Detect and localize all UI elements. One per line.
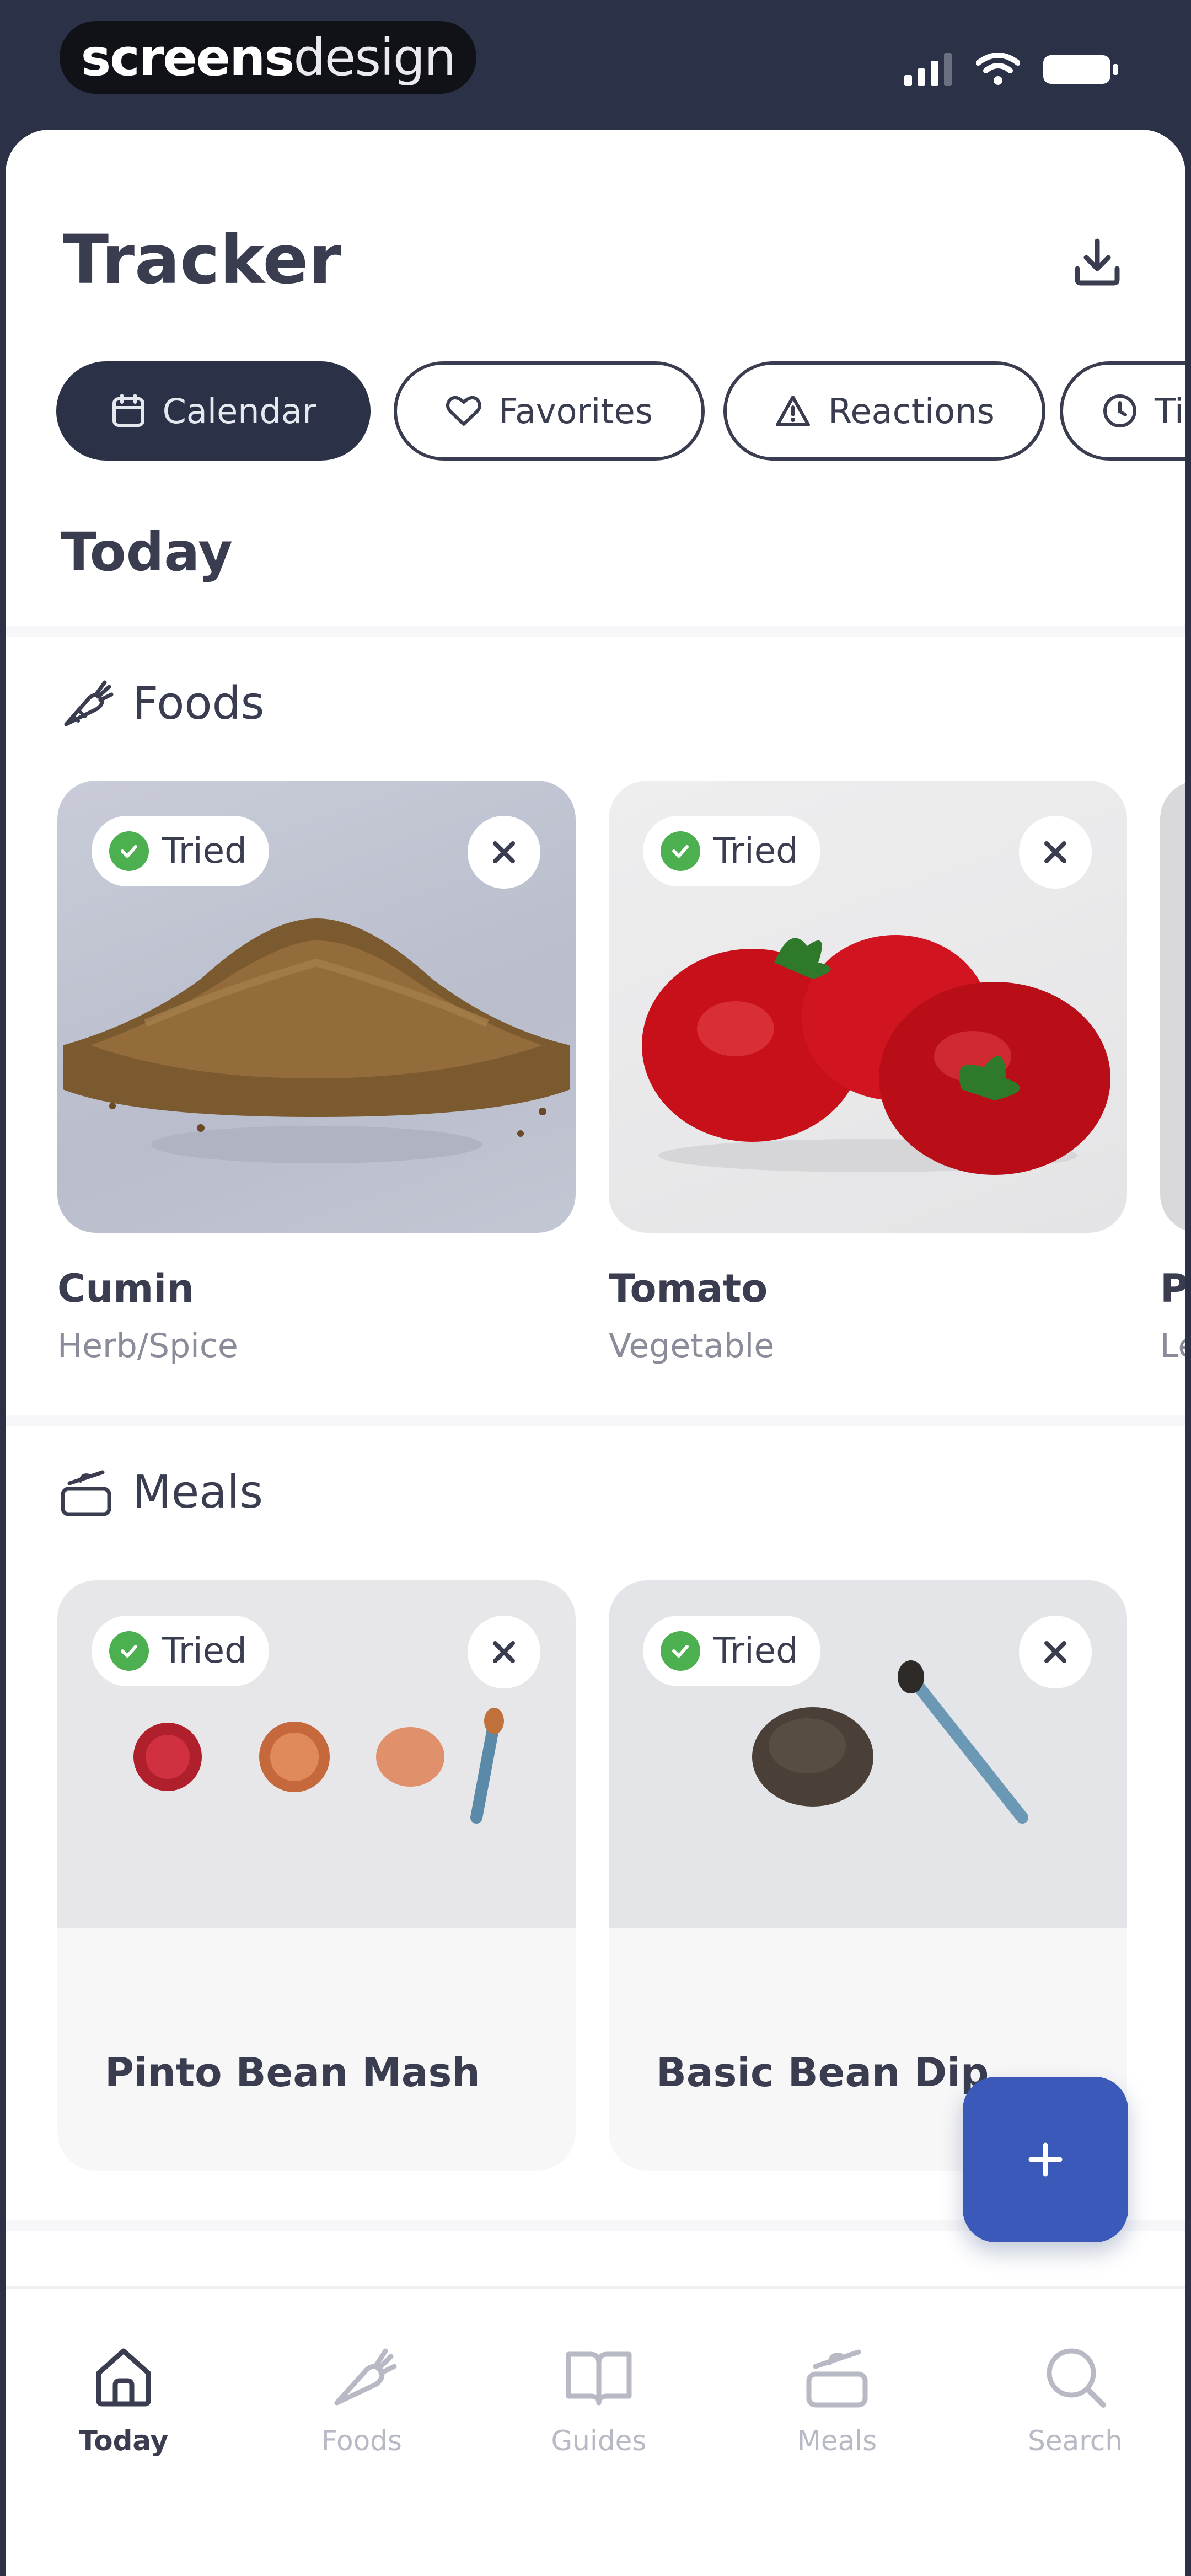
card-title: Tomato [609, 1266, 768, 1311]
section-heading: Foods [132, 677, 265, 730]
meal-title: Basic Bean Dip [656, 2049, 989, 2096]
download-button[interactable] [1064, 229, 1130, 295]
tab-reactions[interactable]: Reactions [723, 361, 1045, 461]
tab-time[interactable]: Ti [1060, 361, 1185, 461]
nav-label: Meals [797, 2425, 877, 2457]
badge-label: Tried [162, 831, 247, 872]
nav-item-meals[interactable]: Meals [754, 2341, 920, 2457]
meal-image: Tried [609, 1580, 1127, 1928]
nav-label: Search [1028, 2425, 1123, 2457]
heart-icon [446, 396, 481, 426]
close-icon [493, 1641, 515, 1663]
book-icon [566, 2351, 632, 2406]
tab-label: Reactions [828, 391, 995, 431]
status-icons [904, 53, 1119, 86]
badge-label: Tried [713, 831, 798, 872]
battery-icon [1043, 55, 1118, 84]
tried-badge: Tried [92, 816, 269, 886]
badge-label: Tried [162, 1631, 247, 1671]
plus-icon [1028, 2142, 1063, 2177]
tab-calendar[interactable]: Calendar [56, 361, 371, 461]
tab-label: Favorites [498, 391, 653, 431]
carrot-icon [334, 2348, 397, 2406]
remove-button[interactable] [1019, 816, 1092, 889]
calendar-icon [112, 394, 144, 427]
food-image: Tried [609, 781, 1127, 1233]
status-bar: screens design [0, 0, 1191, 130]
bottom-nav: Today Foods Guides Meals Search [6, 2286, 1185, 2576]
close-icon [1044, 841, 1066, 863]
card-subtitle: Herb/Spice [57, 1327, 238, 1365]
tried-badge: Tried [92, 1616, 269, 1686]
nav-item-foods[interactable]: Foods [279, 2341, 444, 2457]
remove-button[interactable] [468, 816, 540, 889]
wifi-icon [976, 53, 1020, 85]
section-date: Today [61, 521, 233, 583]
section-heading: Meals [132, 1466, 263, 1519]
tried-badge: Tried [643, 1616, 820, 1686]
card-subtitle: Vegetable [609, 1327, 775, 1365]
brand-watermark: screens design [60, 21, 476, 94]
warning-icon [776, 396, 811, 426]
food-image: Tried [57, 781, 576, 1233]
tried-badge: Tried [643, 816, 820, 886]
filter-tabs: Calendar Favorites Reactions Ti [56, 361, 1185, 466]
carrot-icon [64, 680, 114, 726]
check-icon [109, 831, 149, 871]
nav-label: Today [78, 2425, 169, 2457]
tab-label: Calendar [162, 391, 316, 431]
card-title: Cumin [57, 1266, 194, 1311]
add-button[interactable] [963, 2077, 1128, 2242]
nav-item-guides[interactable]: Guides [516, 2341, 682, 2457]
close-icon [493, 841, 515, 863]
check-icon [661, 1631, 700, 1671]
check-icon [109, 1631, 149, 1671]
nav-item-search[interactable]: Search [993, 2341, 1158, 2457]
check-icon [661, 831, 700, 871]
divider [6, 626, 1185, 637]
nav-label: Foods [321, 2425, 402, 2457]
close-icon [1044, 1641, 1066, 1663]
food-image [1160, 781, 1185, 1233]
card-subtitle: Le [1160, 1327, 1185, 1365]
nav-label: Guides [551, 2425, 647, 2457]
meal-title: Pinto Bean Mash [105, 2049, 480, 2096]
download-icon [1075, 238, 1120, 286]
tab-favorites[interactable]: Favorites [394, 361, 705, 461]
search-icon [1047, 2348, 1106, 2408]
divider [6, 1415, 1185, 1426]
pot-icon [806, 2349, 868, 2408]
food-card-partial[interactable]: Pl Le [1160, 781, 1185, 1387]
remove-button[interactable] [1019, 1616, 1092, 1688]
clock-icon [1103, 394, 1136, 427]
tab-label: Ti [1155, 391, 1184, 431]
app-sheet: Tracker Calendar Favorites Reactions Ti … [6, 130, 1185, 2576]
pot-icon [61, 1470, 111, 1516]
meal-card-pinto-bean-mash[interactable]: Tried Pinto Bean Mash [57, 1580, 576, 2171]
signal-icon [904, 53, 952, 86]
foods-section-header: Foods [58, 676, 264, 731]
meals-section-header: Meals [58, 1465, 263, 1520]
remove-button[interactable] [468, 1616, 540, 1688]
card-title: Pl [1160, 1266, 1185, 1311]
nav-item-today[interactable]: Today [41, 2341, 206, 2457]
page-title: Tracker [63, 221, 342, 299]
home-icon [96, 2348, 151, 2407]
badge-label: Tried [713, 1631, 798, 1671]
meal-image: Tried [57, 1580, 576, 1928]
